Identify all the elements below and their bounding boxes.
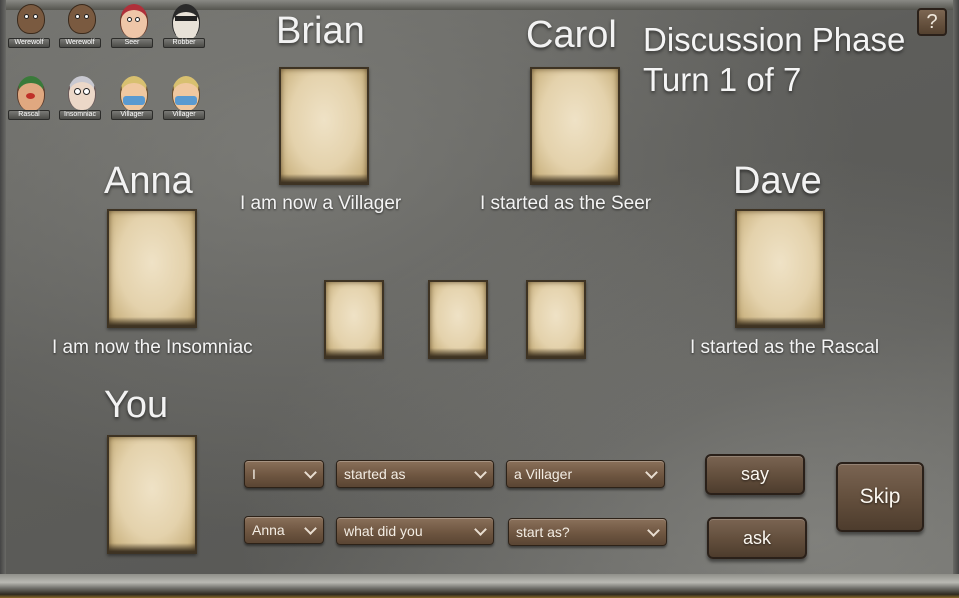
statement-object-dropdown[interactable]: a Villager <box>506 460 665 488</box>
question-verb-dropdown[interactable]: what did you <box>336 517 494 545</box>
dropdown-value: start as? <box>516 524 570 540</box>
player-name-carol: Carol <box>526 14 617 56</box>
role-token-villager: Villager <box>111 76 155 120</box>
right-frame <box>953 0 959 598</box>
statement-subject-dropdown[interactable]: I <box>244 460 324 488</box>
player-claim-brian: I am now a Villager <box>240 193 402 214</box>
bottom-frame <box>0 574 959 598</box>
player-card-you[interactable] <box>107 435 197 554</box>
question-object-dropdown[interactable]: start as? <box>508 518 667 546</box>
role-label: Insomniac <box>59 110 101 120</box>
role-label: Rascal <box>8 110 50 120</box>
center-card-1[interactable] <box>324 280 384 359</box>
role-token-insomniac: Insomniac <box>59 76 103 120</box>
rascal-icon <box>17 76 45 111</box>
chevron-down-icon <box>647 524 660 537</box>
chevron-down-icon <box>474 523 487 536</box>
center-card-2[interactable] <box>428 280 488 359</box>
role-label: Villager <box>163 110 205 120</box>
werewolf-icon <box>17 4 45 34</box>
dropdown-value: a Villager <box>514 466 573 482</box>
role-label: Werewolf <box>59 38 101 48</box>
question-target-dropdown[interactable]: Anna <box>244 516 324 544</box>
dropdown-value: Anna <box>252 522 285 538</box>
role-label: Seer <box>111 38 153 48</box>
role-token-werewolf: Werewolf <box>59 4 103 48</box>
dropdown-value: started as <box>344 466 406 482</box>
role-token-rascal: Rascal <box>8 76 52 120</box>
player-claim-dave: I started as the Rascal <box>690 337 880 358</box>
chevron-down-icon <box>304 466 317 479</box>
robber-icon <box>172 4 200 40</box>
villager-icon <box>120 76 148 111</box>
player-claim-anna: I am now the Insomniac <box>52 337 253 358</box>
say-button[interactable]: say <box>705 454 805 495</box>
game-board: Werewolf Werewolf Seer Robber Rascal Ins… <box>0 0 959 598</box>
role-label: Villager <box>111 110 153 120</box>
role-label: Werewolf <box>8 38 50 48</box>
role-token-seer: Seer <box>111 4 155 48</box>
player-card-dave[interactable] <box>735 209 825 328</box>
seer-icon <box>120 4 148 38</box>
center-card-3[interactable] <box>526 280 586 359</box>
player-card-brian[interactable] <box>279 67 369 185</box>
chevron-down-icon <box>474 466 487 479</box>
ask-button[interactable]: ask <box>707 517 807 559</box>
chevron-down-icon <box>645 466 658 479</box>
role-token-robber: Robber <box>163 4 207 48</box>
help-button[interactable]: ? <box>917 8 947 36</box>
skip-button[interactable]: Skip <box>836 462 924 532</box>
turn-counter: Turn 1 of 7 <box>643 61 802 98</box>
insomniac-icon <box>68 76 96 110</box>
statement-verb-dropdown[interactable]: started as <box>336 460 494 488</box>
chevron-down-icon <box>304 522 317 535</box>
role-token-werewolf: Werewolf <box>8 4 52 48</box>
phase-title: Discussion Phase <box>643 21 906 58</box>
werewolf-icon <box>68 4 96 34</box>
villager-icon <box>172 76 200 111</box>
player-card-carol[interactable] <box>530 67 620 185</box>
role-token-villager: Villager <box>163 76 207 120</box>
dropdown-value: what did you <box>344 523 423 539</box>
left-frame <box>0 0 6 598</box>
player-name-brian: Brian <box>276 10 365 52</box>
player-name-you: You <box>104 384 169 426</box>
phase-info: Discussion Phase Turn 1 of 7 <box>643 20 905 100</box>
player-name-dave: Dave <box>733 160 822 202</box>
role-label: Robber <box>163 38 205 48</box>
dropdown-value: I <box>252 466 256 482</box>
player-name-anna: Anna <box>104 160 193 202</box>
player-claim-carol: I started as the Seer <box>480 193 652 214</box>
player-card-anna[interactable] <box>107 209 197 328</box>
